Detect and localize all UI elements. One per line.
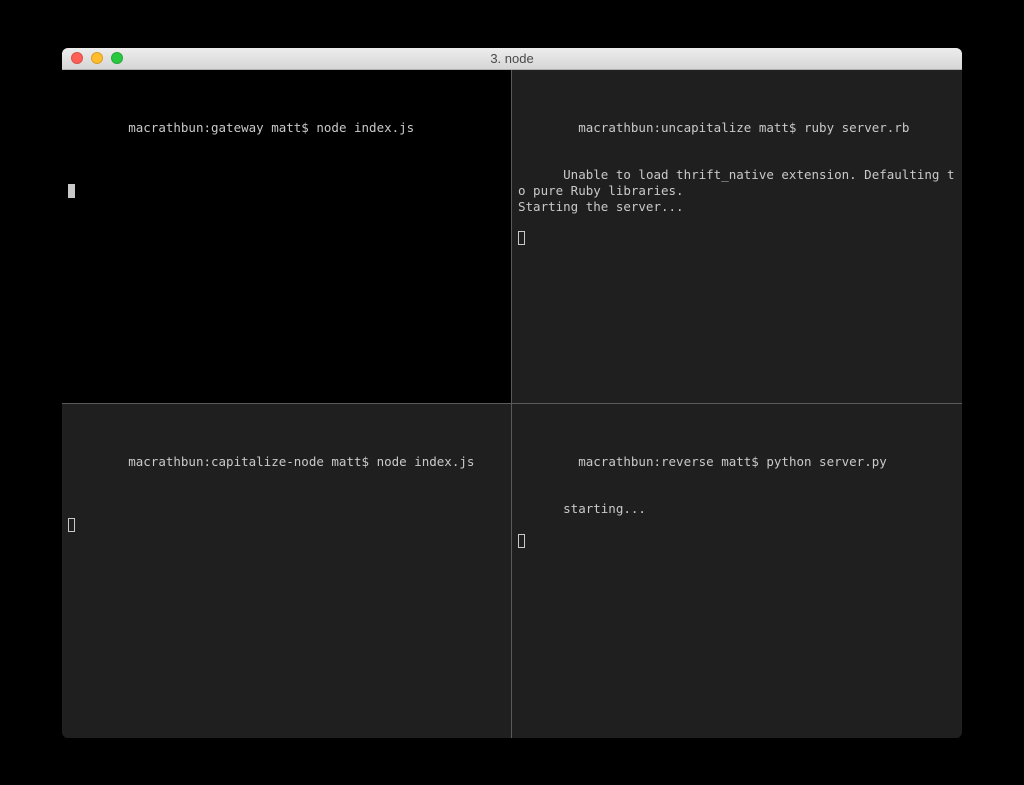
pane-bottom-right[interactable]: macrathbun:reverse matt$ python server.p… bbox=[512, 404, 962, 738]
pane-top-left[interactable]: macrathbun:gateway matt$ node index.js bbox=[62, 70, 512, 404]
prompt: macrathbun:reverse matt$ bbox=[578, 454, 766, 469]
output: starting... bbox=[563, 501, 646, 516]
prompt: macrathbun:uncapitalize matt$ bbox=[578, 120, 804, 135]
pane-bottom-left[interactable]: macrathbun:capitalize-node matt$ node in… bbox=[62, 404, 512, 738]
traffic-lights bbox=[62, 52, 123, 64]
command: node index.js bbox=[377, 454, 475, 469]
close-icon[interactable] bbox=[71, 52, 83, 64]
prompt: macrathbun:capitalize-node matt$ bbox=[128, 454, 376, 469]
cursor-icon bbox=[68, 184, 75, 198]
zoom-icon[interactable] bbox=[111, 52, 123, 64]
window-title: 3. node bbox=[62, 51, 962, 66]
output: Unable to load thrift_native extension. … bbox=[518, 167, 955, 213]
command: node index.js bbox=[316, 120, 414, 135]
tmux-panes: macrathbun:gateway matt$ node index.js m… bbox=[62, 70, 962, 738]
terminal-window: 3. node macrathbun:gateway matt$ node in… bbox=[62, 48, 962, 738]
cursor-icon bbox=[68, 518, 75, 532]
command: ruby server.rb bbox=[804, 120, 909, 135]
command: python server.py bbox=[766, 454, 886, 469]
titlebar[interactable]: 3. node bbox=[62, 48, 962, 70]
cursor-icon bbox=[518, 231, 525, 245]
pane-top-right[interactable]: macrathbun:uncapitalize matt$ ruby serve… bbox=[512, 70, 962, 404]
cursor-icon bbox=[518, 534, 525, 548]
prompt: macrathbun:gateway matt$ bbox=[128, 120, 316, 135]
minimize-icon[interactable] bbox=[91, 52, 103, 64]
